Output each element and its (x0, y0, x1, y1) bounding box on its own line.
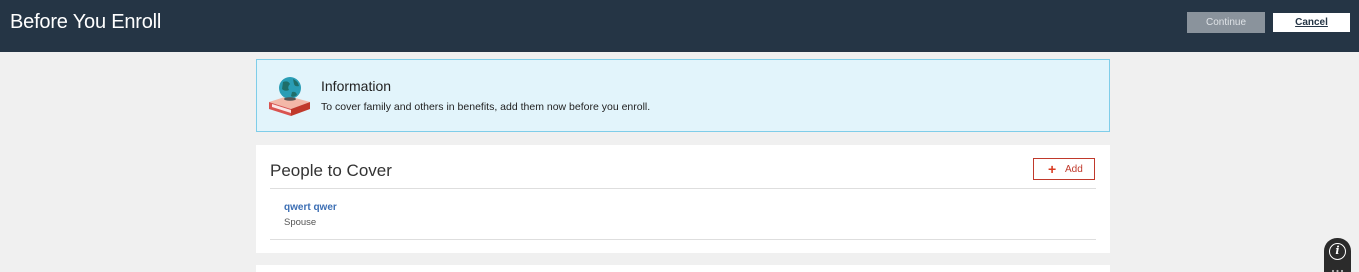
page-title: Before You Enroll (10, 11, 162, 33)
header-divider (270, 188, 1096, 189)
people-to-cover-title: People to Cover (270, 161, 392, 180)
information-banner: Information To cover family and others i… (256, 59, 1110, 132)
info-title: Information (321, 78, 392, 94)
book-globe-icon (266, 72, 314, 120)
person-name-link[interactable]: qwert qwer (284, 202, 337, 213)
add-button[interactable]: + Add (1033, 158, 1095, 180)
plus-icon: + (1048, 161, 1057, 177)
row-divider (270, 239, 1096, 240)
add-button-label: Add (1065, 164, 1083, 175)
info-text: To cover family and others in benefits, … (321, 101, 651, 113)
person-relationship: Spouse (284, 217, 317, 228)
cancel-button[interactable]: Cancel (1272, 12, 1351, 33)
grip-icon (1331, 264, 1344, 272)
top-bar: Before You Enroll Continue Cancel (0, 0, 1359, 52)
continue-button[interactable]: Continue (1187, 12, 1265, 33)
next-card (256, 265, 1110, 272)
people-to-cover-card: People to Cover + Add qwert qwer Spouse (256, 145, 1110, 253)
help-widget[interactable]: i (1324, 238, 1351, 272)
info-icon: i (1329, 243, 1346, 260)
